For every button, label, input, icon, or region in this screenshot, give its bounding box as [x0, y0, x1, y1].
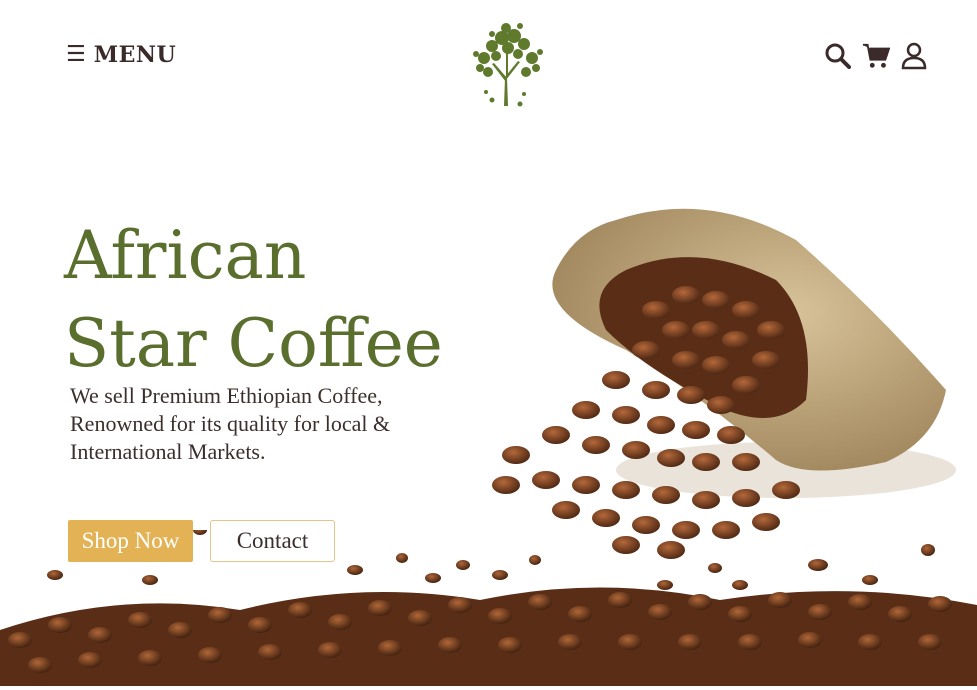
search-icon[interactable]	[824, 40, 852, 72]
header-actions	[824, 40, 928, 72]
hamburger-icon: ☰	[66, 42, 86, 67]
cart-icon[interactable]	[862, 40, 890, 72]
page-title: African Star Coffee	[64, 217, 443, 382]
menu-button[interactable]: ☰ MENU	[66, 42, 176, 68]
tree-logo-icon[interactable]	[462, 16, 550, 112]
user-icon[interactable]	[900, 40, 928, 72]
menu-label: MENU	[93, 42, 177, 68]
coffee-beans-border-image	[0, 525, 977, 686]
coffee-sack-image	[476, 200, 956, 570]
hero-subtitle: We sell Premium Ethiopian Coffee, Renown…	[70, 383, 391, 464]
